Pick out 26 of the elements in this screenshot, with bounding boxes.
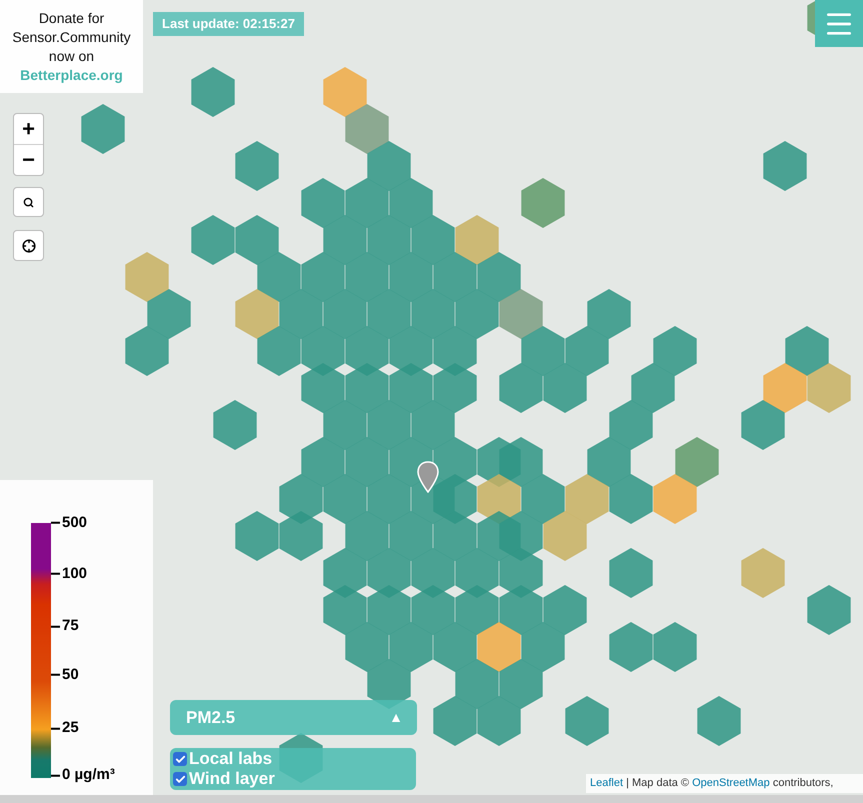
- layer-checkbox[interactable]: [173, 772, 187, 786]
- layer-label: Local labs: [189, 749, 272, 769]
- donate-text: Donate for Sensor.Community now on: [11, 8, 132, 66]
- betterplace-link[interactable]: Betterplace.org: [20, 66, 123, 84]
- attribution-text: Leaflet | Map data © OpenStreetMap contributors,: [590, 776, 834, 792]
- check-icon: [174, 754, 186, 764]
- leaflet-link[interactable]: Leaflet: [590, 777, 624, 790]
- legend-label: 50: [62, 664, 79, 684]
- zoom-in-button[interactable]: +: [14, 114, 43, 145]
- last-update-badge: Last update: 02:15:27: [153, 12, 304, 36]
- search-icon: [23, 196, 34, 208]
- crosshair-icon: [22, 238, 36, 252]
- legend-label: 0 µg/m³: [62, 765, 115, 786]
- dropdown-arrow: ▲: [389, 708, 403, 727]
- openstreetmap-link[interactable]: OpenStreetMap: [692, 777, 770, 790]
- search-button[interactable]: [13, 187, 44, 217]
- zoom-out-button[interactable]: −: [14, 145, 43, 175]
- locate-button[interactable]: [13, 230, 44, 261]
- legend-label: 25: [62, 718, 79, 738]
- check-icon: [174, 774, 186, 784]
- legend-label: 500: [62, 512, 88, 533]
- layer-label: Wind layer: [189, 769, 275, 789]
- legend-label: 100: [62, 564, 88, 584]
- layer-checkbox[interactable]: [173, 752, 187, 766]
- legend-label: 75: [62, 616, 79, 636]
- map-pin-icon[interactable]: [417, 461, 439, 493]
